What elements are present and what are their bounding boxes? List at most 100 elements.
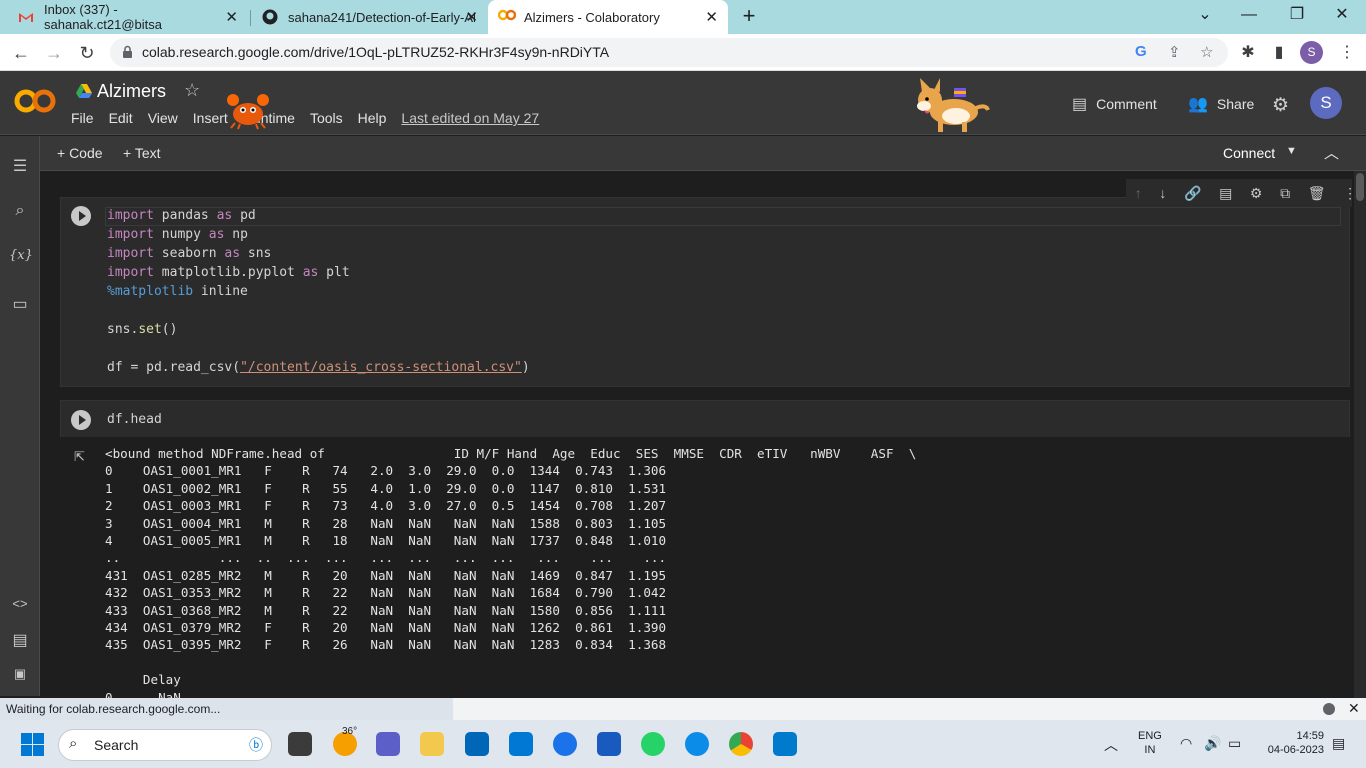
caret-down-icon[interactable]: ▼ [1286,145,1297,157]
settings-button[interactable]: ⚙ [1272,94,1298,117]
windows-start-icon[interactable] [21,733,44,756]
add-code-button[interactable]: + Code [57,145,103,161]
colab-icon [497,9,517,25]
profile-avatar[interactable]: S [1300,41,1323,64]
code-cell[interactable]: df.head [60,400,1350,438]
run-cell-button[interactable] [71,206,91,226]
terminal-icon[interactable]: ▣ [9,666,31,682]
add-text-button[interactable]: + Text [123,145,161,161]
share-button[interactable]: 👥 Share [1188,94,1254,114]
menu-view[interactable]: View [148,110,178,126]
address-bar[interactable]: colab.research.google.com/drive/1OqL-pLT… [110,38,1228,67]
taskbar-search[interactable]: ⌕ Search ⓑ [58,729,272,761]
chevron-up-icon[interactable]: ︿ [1104,735,1118,755]
mirror-cell-icon[interactable]: ⧉ [1280,185,1290,202]
menu-bar: File Edit View Insert Runtime Tools Help… [71,110,554,126]
side-panel-icon[interactable]: ▮ [1268,42,1290,62]
extensions-puzzle-icon[interactable]: ✱ [1237,42,1259,62]
vscode-icon[interactable] [773,732,797,756]
notifications-icon[interactable]: ▤ [1332,735,1345,752]
code-snippets-icon[interactable]: <> [9,596,31,611]
tab-search-icon[interactable]: ⌄ [1191,4,1219,26]
menu-help[interactable]: Help [358,110,387,126]
date-text: 04-06-2023 [1267,744,1324,756]
task-view-icon[interactable] [288,732,312,756]
colab-logo-icon[interactable] [14,87,56,115]
help-icon[interactable] [553,732,577,756]
close-icon[interactable]: ✕ [1348,700,1360,717]
wifi-icon[interactable]: ◠ [1180,735,1192,752]
microsoft-store-icon[interactable] [465,732,489,756]
edge-icon[interactable] [685,732,709,756]
notebook-scrollbar[interactable] [1354,171,1366,698]
menu-tools[interactable]: Tools [310,110,343,126]
comment-button[interactable]: ▤ Comment [1072,94,1157,114]
url-text: colab.research.google.com/drive/1OqL-pLT… [142,44,610,60]
tab-colab[interactable]: Alzimers - Colaboratory ✕ [488,0,728,34]
new-tab-button[interactable]: + [736,4,762,30]
reload-icon[interactable]: ↻ [74,40,100,66]
table-of-contents-icon[interactable]: ☰ [9,156,31,176]
notebook-title[interactable]: Alzimers [97,81,166,102]
restore-icon[interactable]: ❐ [1283,4,1311,26]
tab-github[interactable]: sahana241/Detection-of-Early-Al ✕ [252,0,488,34]
output-line: 0 OAS1_0001_MR1 F R 74 2.0 3.0 29.0 0.0 … [105,463,667,479]
chrome-menu-icon[interactable]: ⋮ [1336,42,1358,62]
link-icon[interactable]: 🔗 [1184,185,1201,202]
account-avatar[interactable]: S [1310,87,1342,119]
battery-icon[interactable]: ▭ [1228,735,1241,752]
google-drive-icon[interactable] [76,84,92,98]
output-line: .. ... .. ... ... ... ... ... ... ... ..… [105,550,667,566]
menu-file[interactable]: File [71,110,94,126]
arrow-up-icon[interactable]: ↑ [1135,185,1142,201]
connect-button[interactable]: Connect [1223,145,1275,161]
forward-arrow-icon[interactable]: → [41,40,67,66]
people-icon: 👥 [1188,96,1208,113]
tab-gmail[interactable]: Inbox (337) - sahanak.ct21@bitsa ✕ [8,0,248,34]
close-window-icon[interactable]: ✕ [1328,4,1356,26]
menu-insert[interactable]: Insert [193,110,228,126]
cell-toolbar: ↑ ↓ 🔗 ▤ ⚙ ⧉ 🗑 ⋮ [1126,179,1352,207]
trash-icon[interactable]: 🗑 [1308,185,1326,202]
chrome-icon[interactable] [729,732,753,756]
variables-icon[interactable]: {x} [9,248,33,263]
comment-icon[interactable]: ▤ [1219,185,1232,202]
minimize-icon[interactable]: — [1235,4,1263,26]
file-explorer-icon[interactable] [420,732,444,756]
myhp-icon[interactable] [509,732,533,756]
bing-icon[interactable]: ⓑ [249,735,263,755]
bookmark-star-icon[interactable]: ☆ [1200,43,1213,61]
command-palette-icon[interactable]: ▤ [9,630,31,650]
output-line: <bound method NDFrame.head of ID M/F Han… [105,446,917,461]
output-line: 434 OAS1_0379_MR2 F R 20 NaN NaN NaN NaN… [105,620,667,636]
google-lens-icon[interactable]: G [1135,43,1147,60]
menu-edit[interactable]: Edit [109,110,133,126]
folder-icon[interactable]: ▭ [9,294,31,314]
code-editor[interactable]: df.head [107,410,162,429]
close-tab-icon[interactable]: ✕ [225,8,238,26]
last-edited-link[interactable]: Last edited on May 27 [401,110,539,126]
chevron-up-icon[interactable]: ︿ [1324,142,1339,163]
run-cell-button[interactable] [71,410,91,430]
code-cell[interactable]: import pandas as pd import numpy as np i… [60,197,1350,387]
close-tab-icon[interactable]: ✕ [465,8,478,26]
code-editor[interactable]: import pandas as pd import numpy as np i… [107,206,530,377]
whatsapp-icon[interactable] [641,732,665,756]
arrow-down-icon[interactable]: ↓ [1159,185,1166,201]
word-icon[interactable] [597,732,621,756]
more-vert-icon[interactable]: ⋮ [1343,185,1352,202]
share-page-icon[interactable]: ⇪ [1168,43,1181,61]
close-tab-icon[interactable]: ✕ [705,8,718,26]
status-text: Waiting for colab.research.google.com... [0,698,453,720]
back-arrow-icon[interactable]: ← [8,40,34,66]
clock[interactable]: 14:59 04-06-2023 [1256,729,1324,757]
gear-icon[interactable]: ⚙ [1250,185,1263,202]
language-indicator[interactable]: ENG IN [1138,729,1162,757]
teams-icon[interactable] [376,732,400,756]
star-icon[interactable]: ☆ [184,80,200,101]
search-label: Search [94,737,139,753]
scrollbar-thumb[interactable] [1356,173,1364,201]
output-actions-icon[interactable]: ⇱ [74,449,85,465]
volume-icon[interactable]: 🔊 [1204,735,1221,752]
search-icon[interactable]: ⌕ [9,202,31,220]
